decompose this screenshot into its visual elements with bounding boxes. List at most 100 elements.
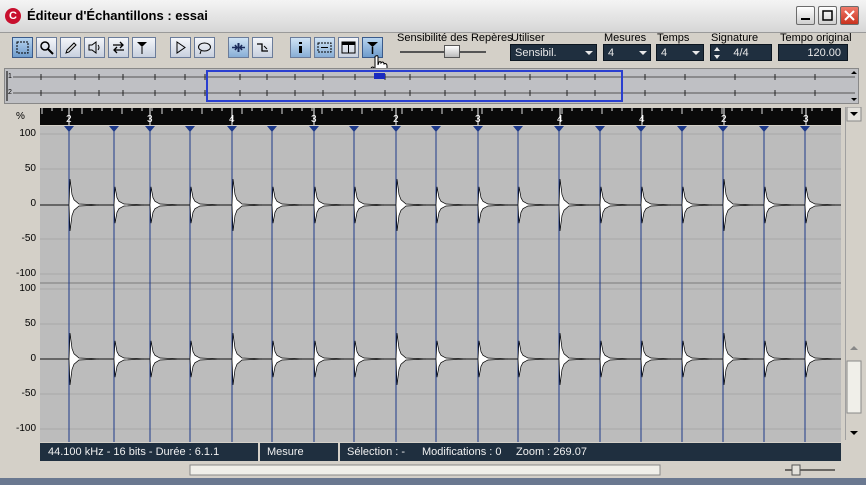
hitpoint-handle[interactable] xyxy=(473,126,483,132)
snap-button[interactable] xyxy=(228,37,249,58)
app-logo-icon: C xyxy=(5,8,21,24)
hitpoint-handle[interactable] xyxy=(185,126,195,132)
loop-button[interactable] xyxy=(194,37,215,58)
hitpoint-icon xyxy=(137,42,147,54)
snap-zero-button[interactable] xyxy=(252,37,273,58)
waveform-transient xyxy=(189,186,221,224)
overview-handle[interactable] xyxy=(374,73,385,79)
svg-text:1: 1 xyxy=(8,73,12,80)
status-separator xyxy=(338,443,340,461)
utiliser-label: Utiliser xyxy=(511,32,545,44)
status-separator xyxy=(258,443,260,461)
display-button[interactable] xyxy=(338,37,359,58)
overview-visible-range[interactable] xyxy=(206,70,623,102)
status-zoom: Zoom : 269.07 xyxy=(516,446,587,458)
info-icon xyxy=(299,42,302,53)
waveform-transient xyxy=(149,186,181,224)
waveform-svg xyxy=(40,126,866,442)
waveform-transient xyxy=(231,178,263,232)
ruler-bar-label: 2 xyxy=(393,114,399,125)
amplitude-label: 100 xyxy=(19,128,36,139)
hitpoint-handle[interactable] xyxy=(636,126,646,132)
tempo-field[interactable]: 120.00 xyxy=(778,44,848,61)
status-mode[interactable]: Mesure xyxy=(267,443,304,461)
utiliser-dropdown[interactable]: Sensibil. xyxy=(510,44,597,61)
hitpoint-handle[interactable] xyxy=(391,126,401,132)
signature-field[interactable]: 4/4 xyxy=(710,44,772,61)
amplitude-scale: 100 50 0 -50 -100 100 50 0 -50 -100 xyxy=(4,126,40,442)
hitpoint-handle[interactable] xyxy=(267,126,277,132)
hitpoint-handle[interactable] xyxy=(64,126,74,132)
waveform-transient xyxy=(68,178,100,232)
zoom-tool[interactable] xyxy=(36,37,57,58)
hitpoint-handle[interactable] xyxy=(718,126,728,132)
mesures-dropdown[interactable]: 4 xyxy=(603,44,651,61)
temps-value: 4 xyxy=(661,47,668,59)
zoom-slider-thumb[interactable] xyxy=(791,464,801,476)
close-button[interactable] xyxy=(840,6,859,25)
minimize-button[interactable] xyxy=(796,6,815,25)
hitpoint-handle[interactable] xyxy=(109,126,119,132)
waveform-transient xyxy=(558,178,590,232)
overview-button[interactable] xyxy=(314,37,335,58)
waveform-transient xyxy=(271,340,303,378)
zero-crossing-icon xyxy=(257,43,268,52)
scrub-tool[interactable] xyxy=(108,37,129,58)
triangle-icon xyxy=(176,41,186,54)
hitpoint-handle[interactable] xyxy=(554,126,564,132)
hitpoint-handle[interactable] xyxy=(227,126,237,132)
waveform-transient xyxy=(231,332,263,386)
waveform-transient xyxy=(477,186,509,224)
hitpoint-handle[interactable] xyxy=(431,126,441,132)
waveform-transient xyxy=(353,186,385,224)
hitpoint-handle[interactable] xyxy=(800,126,810,132)
horizontal-scrollbar[interactable] xyxy=(40,463,841,477)
hscroll-thumb[interactable] xyxy=(189,464,661,476)
hitpoint-handle[interactable] xyxy=(595,126,605,132)
amplitude-label: -50 xyxy=(21,388,36,399)
overview-scrollbar[interactable] xyxy=(850,70,858,102)
hitpoint-handle[interactable] xyxy=(309,126,319,132)
amplitude-label: 0 xyxy=(30,198,36,209)
utiliser-value: Sensibil. xyxy=(515,47,557,59)
play-tool[interactable] xyxy=(84,37,105,58)
waveform-transient xyxy=(271,186,303,224)
amplitude-label: -50 xyxy=(21,233,36,244)
info-button[interactable] xyxy=(290,37,311,58)
hitpoint-handle[interactable] xyxy=(513,126,523,132)
mesures-label: Mesures xyxy=(604,32,647,44)
hitpoint-handle[interactable] xyxy=(677,126,687,132)
play-button[interactable] xyxy=(170,37,191,58)
display-icon xyxy=(341,41,356,54)
ruler-bar-label: 3 xyxy=(147,114,153,125)
waveform-transient xyxy=(517,340,549,378)
hitpoint-handle[interactable] xyxy=(349,126,359,132)
waveform-display[interactable] xyxy=(40,126,866,442)
hitpoint-tool[interactable] xyxy=(132,37,156,58)
maximize-button[interactable] xyxy=(818,6,837,25)
hitpoint-handle[interactable] xyxy=(145,126,155,132)
speaker-icon xyxy=(88,41,100,54)
waveform-transient xyxy=(477,340,509,378)
time-ruler[interactable]: 2 3 4 3 2 3 4 4 2 3 xyxy=(40,108,841,125)
draw-tool[interactable] xyxy=(60,37,81,58)
hitpoint-handle[interactable] xyxy=(759,126,769,132)
temps-dropdown[interactable]: 4 xyxy=(656,44,704,61)
waveform-transient xyxy=(435,186,467,224)
sensitivity-slider-thumb[interactable] xyxy=(444,45,460,58)
object-selection-tool[interactable] xyxy=(12,37,33,58)
vertical-scrollbar[interactable] xyxy=(845,106,862,440)
waveform-transient xyxy=(722,332,754,386)
overview-icon xyxy=(317,42,332,53)
sensitivity-slider-track[interactable] xyxy=(400,51,486,53)
magnifier-icon xyxy=(40,41,54,55)
percent-label: % xyxy=(16,111,25,122)
transport-strip xyxy=(0,478,866,485)
waveform-transient xyxy=(681,186,713,224)
vscroll-thumb[interactable] xyxy=(846,360,862,414)
ruler-bar-label: 3 xyxy=(475,114,481,125)
minimize-icon xyxy=(801,18,810,20)
ruler-bar-label: 4 xyxy=(557,114,563,125)
amplitude-label: 50 xyxy=(24,318,36,329)
waveform-transient xyxy=(804,186,836,224)
